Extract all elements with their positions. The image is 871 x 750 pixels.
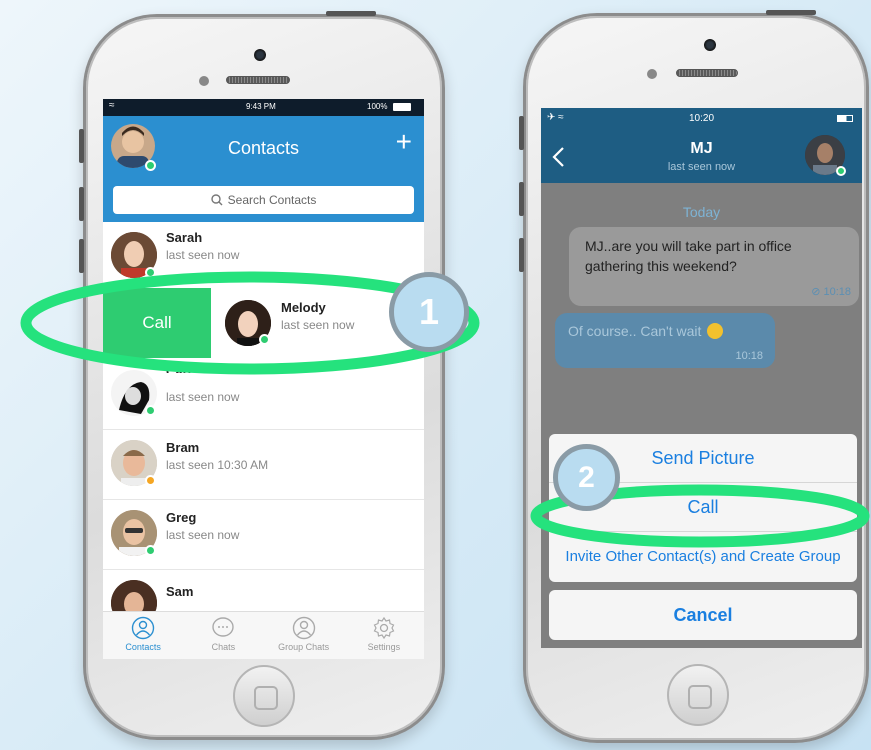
highlight-overlay	[20, 271, 870, 548]
step-badge-2: 2	[553, 444, 620, 511]
step-badge-1: 1	[389, 272, 469, 352]
